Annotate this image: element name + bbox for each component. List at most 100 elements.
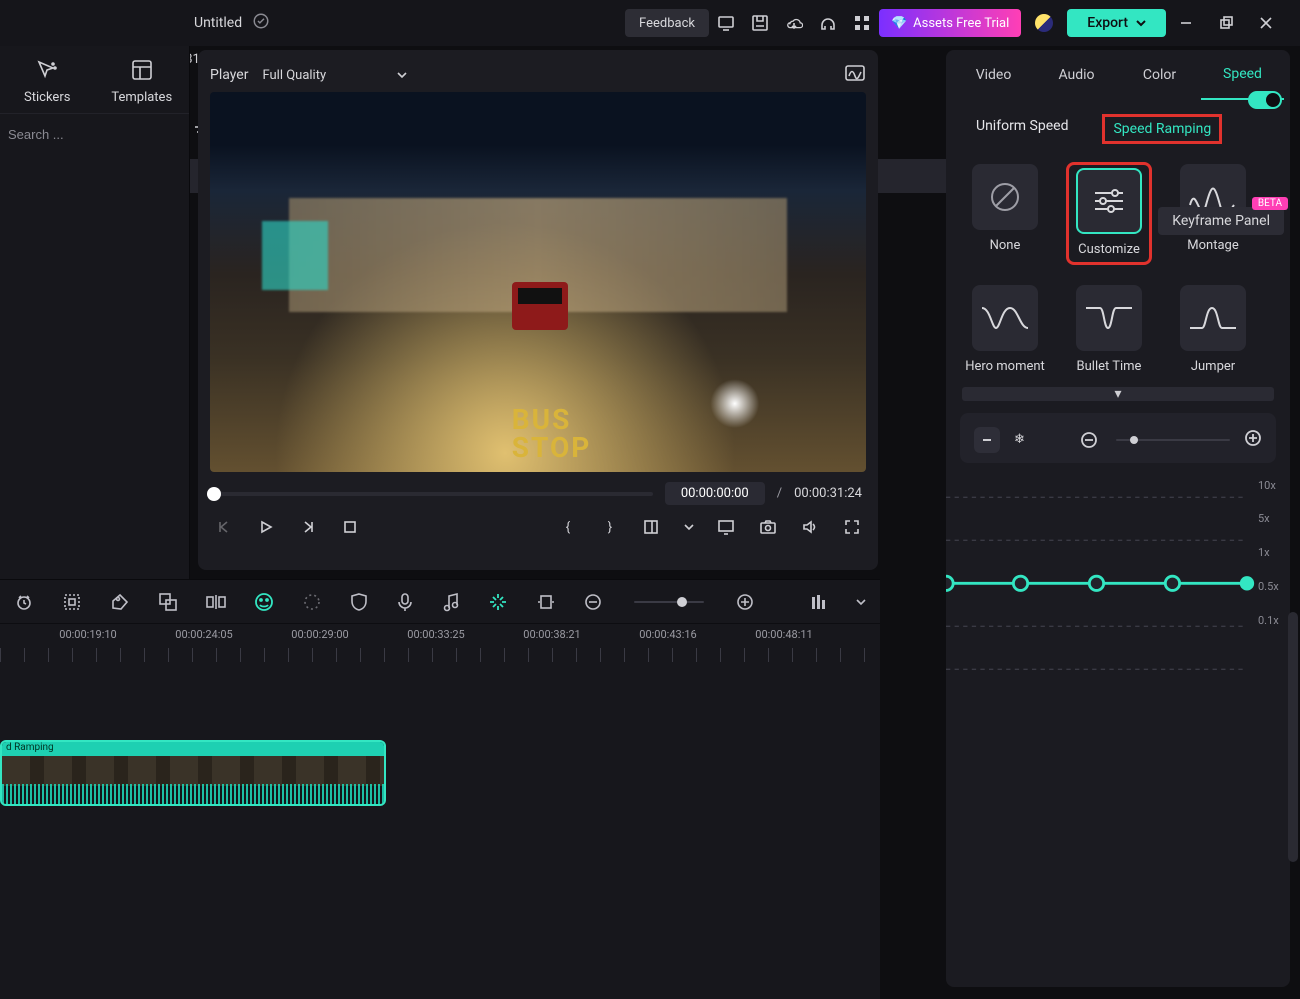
assets-trial-button[interactable]: 💎 Assets Free Trial (879, 9, 1021, 37)
play-icon[interactable] (254, 515, 278, 539)
histogram-icon[interactable] (844, 64, 866, 86)
chevron-down-icon (396, 69, 408, 81)
window-close-icon[interactable] (1246, 9, 1286, 37)
selection-icon[interactable] (62, 591, 82, 613)
crop-ratio-icon[interactable] (640, 515, 664, 539)
chevron-down-icon[interactable] (682, 515, 696, 539)
plus-circle-icon[interactable] (1244, 429, 1262, 451)
preset-customize[interactable]: Customize (1068, 164, 1150, 263)
assets-trial-label: Assets Free Trial (913, 16, 1009, 31)
clip-thumbnails (2, 756, 384, 786)
scrub-bar[interactable] (214, 492, 653, 496)
timeline-panel: 00:00:19:10 00:00:24:05 00:00:29:00 00:0… (0, 579, 880, 999)
templates-icon (128, 56, 156, 84)
next-frame-icon[interactable] (296, 515, 320, 539)
cloud-download-icon[interactable] (777, 9, 811, 37)
fullscreen-icon[interactable] (840, 515, 864, 539)
video-clip[interactable]: d Ramping (0, 740, 386, 806)
zoom-slider[interactable] (634, 601, 704, 603)
save-icon[interactable] (743, 9, 777, 37)
zoom-in-icon[interactable] (736, 591, 754, 613)
mic-icon[interactable] (396, 591, 414, 613)
road-text: BUSSTOP (512, 406, 592, 462)
expand-presets[interactable]: ▾ (962, 387, 1274, 401)
total-duration: 00:00:31:24 (794, 486, 862, 501)
export-button[interactable]: Export (1067, 9, 1166, 37)
preset-none-label: None (964, 238, 1046, 253)
tag-icon[interactable] (110, 591, 130, 613)
preset-none[interactable]: None (964, 164, 1046, 263)
player-tab[interactable]: Player (210, 67, 248, 83)
ruler-label: 00:00:38:21 (523, 628, 580, 641)
music-note-icon[interactable] (442, 591, 460, 613)
effects-icon[interactable] (488, 591, 508, 613)
speed-graph: ❄ (960, 413, 1276, 463)
split-icon[interactable] (206, 591, 226, 613)
loading-icon[interactable] (302, 591, 322, 613)
mark-in-icon[interactable]: { (556, 515, 580, 539)
tab-video[interactable]: Video (952, 50, 1035, 100)
mark-out-icon[interactable]: } (598, 515, 622, 539)
subtab-speed-ramping-label: Speed Ramping (1113, 121, 1211, 137)
inspector-panel: Video Audio Color Speed Uniform Speed Sp… (946, 50, 1290, 987)
bus-shape (512, 282, 568, 330)
clock-icon[interactable] (14, 591, 34, 613)
window-maximize-icon[interactable] (1206, 9, 1246, 37)
current-time: 00:00:00:00 (665, 482, 765, 505)
mixer-icon[interactable] (810, 591, 828, 613)
theme-icon[interactable] (1027, 9, 1061, 37)
prev-frame-icon[interactable] (212, 515, 236, 539)
maintain-pitch-toggle[interactable] (1248, 91, 1282, 109)
quality-select[interactable]: Full Quality (262, 68, 408, 83)
shield-icon[interactable] (350, 591, 368, 613)
tab-audio[interactable]: Audio (1035, 50, 1118, 100)
keyframe-panel-button[interactable]: Keyframe Panel BETA (1158, 207, 1284, 235)
search-row (0, 113, 189, 154)
tab-color[interactable]: Color (1118, 50, 1201, 100)
fit-width-icon[interactable] (536, 591, 556, 613)
video-preview[interactable]: BUSSTOP (210, 92, 866, 472)
preset-jumper[interactable]: Jumper (1172, 285, 1254, 375)
project-title: Untitled (194, 15, 242, 31)
feedback-button[interactable]: Feedback (625, 9, 709, 37)
preset-bullet-time[interactable]: Bullet Time (1068, 285, 1150, 375)
time-separator: / (777, 486, 782, 501)
remove-keyframe-icon[interactable] (974, 427, 1000, 453)
window-minimize-icon[interactable] (1166, 9, 1206, 37)
jumper-curve-icon (1188, 300, 1238, 336)
clip-label: d Ramping (2, 742, 384, 756)
freeze-icon[interactable]: ❄ (1014, 432, 1025, 447)
display-icon[interactable] (714, 515, 738, 539)
stop-icon[interactable] (338, 515, 362, 539)
subtab-uniform-speed[interactable]: Uniform Speed (968, 114, 1076, 144)
none-icon (988, 180, 1022, 214)
nav-tab-stickers[interactable]: Stickers (5, 56, 89, 105)
preset-hero-moment[interactable]: Hero moment (964, 285, 1046, 375)
nav-tab-stickers-label: Stickers (5, 90, 89, 105)
subtab-speed-ramping[interactable]: Speed Ramping (1102, 114, 1222, 144)
clip-waveform (2, 784, 384, 804)
volume-icon[interactable] (798, 515, 822, 539)
headphones-icon[interactable] (811, 9, 845, 37)
search-input[interactable] (8, 120, 184, 148)
speed-curve[interactable]: 10x 5x 1x 0.5x 0.1x (946, 483, 1290, 623)
apps-grid-icon[interactable] (845, 9, 879, 37)
timeline-tracks[interactable]: d Ramping (0, 662, 880, 982)
ruler-label: 00:00:43:16 (639, 628, 696, 641)
monitor-icon[interactable] (709, 9, 743, 37)
snapshot-icon[interactable] (756, 515, 780, 539)
chevron-down-icon[interactable] (856, 591, 866, 613)
vertical-scrollbar[interactable] (1288, 612, 1298, 862)
timeline-ruler[interactable]: 00:00:19:10 00:00:24:05 00:00:29:00 00:0… (0, 624, 880, 662)
export-label: Export (1087, 15, 1128, 31)
preset-customize-label: Customize (1068, 242, 1150, 257)
gem-icon: 💎 (891, 16, 907, 31)
minus-circle-icon[interactable] (1076, 427, 1102, 453)
zoom-out-icon[interactable] (584, 591, 602, 613)
y-axis-labels: 10x 5x 1x 0.5x 0.1x (1258, 479, 1290, 627)
speed-slider[interactable] (1116, 439, 1230, 441)
sliders-icon (1091, 186, 1127, 216)
ai-face-icon[interactable] (254, 591, 274, 613)
group-icon[interactable] (158, 591, 178, 613)
nav-tab-templates[interactable]: Templates (100, 56, 184, 105)
